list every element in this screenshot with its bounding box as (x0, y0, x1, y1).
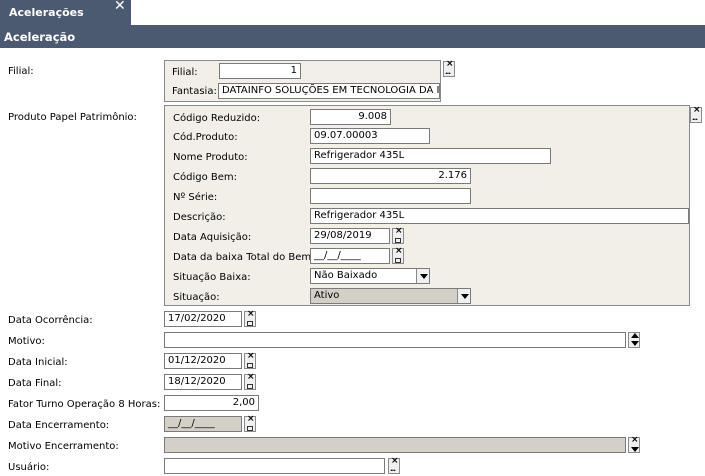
produto-panel: Código Reduzido: 9.008 Cód.Produto: 09.0… (164, 105, 690, 306)
cod-produto-field: 09.07.00003 (310, 128, 430, 144)
usuario-input[interactable] (164, 458, 385, 474)
filial-panel: Filial: 1 Fantasia: DATAINFO SOLUÇÕES EM… (164, 60, 441, 102)
motivo-picker-button[interactable] (628, 332, 640, 348)
calendar-icon[interactable] (247, 363, 253, 368)
motivo-input[interactable] (164, 332, 626, 348)
situacao-select[interactable]: Ativo (310, 288, 471, 304)
fantasia-label: Fantasia: (172, 86, 217, 97)
chevron-up-icon[interactable] (631, 333, 639, 338)
cod-produto-label: Cód.Produto: (173, 132, 238, 143)
motivo-encerramento-picker-button[interactable]: × (628, 436, 640, 453)
descricao-field: Refrigerador 435L (310, 208, 689, 224)
codigo-reduzido-input[interactable]: 9.008 (310, 109, 391, 125)
data-inicial-input[interactable]: 01/12/2020 (164, 353, 242, 369)
page-title: Aceleração (4, 30, 76, 44)
data-baixa-field: __/__/____ (310, 248, 390, 264)
data-inicial-label: Data Inicial: (8, 357, 68, 368)
clear-icon[interactable]: × (247, 415, 255, 424)
chevron-down-icon[interactable] (631, 447, 639, 452)
situacao-label: Situação: (173, 292, 220, 303)
data-ocorrencia-input[interactable]: 17/02/2020 (164, 311, 242, 327)
clear-icon[interactable]: × (247, 373, 255, 382)
numero-serie-field (310, 188, 471, 204)
data-final-input[interactable]: 18/12/2020 (164, 374, 242, 390)
clear-icon[interactable]: × (395, 227, 403, 236)
filial-label: Filial: (8, 66, 34, 77)
tab-label: Acelerações (9, 6, 84, 19)
filial-lookup-button[interactable]: × ... (443, 60, 455, 77)
tab-bar: Acelerações ✕ (0, 0, 705, 25)
fantasia-field: DATAINFO SOLUÇÕES EM TECNOLOGIA DA II (218, 83, 440, 99)
clear-icon[interactable]: × (631, 436, 639, 445)
calendar-icon[interactable] (247, 384, 253, 389)
filial-input[interactable]: 1 (219, 63, 301, 79)
usuario-label: Usuário: (8, 462, 50, 473)
fator-label: Fator Turno Operação 8 Horas: (8, 399, 161, 410)
calendar-icon[interactable] (395, 258, 401, 263)
data-final-calendar-button[interactable]: × (244, 373, 256, 390)
calendar-icon[interactable] (395, 238, 401, 243)
clear-icon[interactable]: × (247, 310, 255, 319)
data-ocorrencia-label: Data Ocorrência: (8, 315, 93, 326)
data-aquisicao-field: 29/08/2019 (310, 228, 390, 244)
data-encerramento-label: Data Encerramento: (8, 420, 110, 431)
close-icon[interactable]: ✕ (114, 0, 126, 13)
motivo-encerramento-field (164, 437, 626, 453)
data-baixa-label: Data da baixa Total do Bem: (173, 252, 315, 263)
data-encerramento-field: __/__/____ (164, 416, 242, 432)
tab-aceleracoes[interactable]: Acelerações ✕ (0, 0, 131, 25)
data-ocorrencia-calendar-button[interactable]: × (244, 310, 256, 327)
chevron-down-icon[interactable] (416, 269, 429, 283)
situacao-value: Ativo (314, 290, 340, 301)
produto-lookup-button[interactable]: × ... (690, 106, 702, 123)
data-inicial-calendar-button[interactable]: × (244, 352, 256, 369)
calendar-icon[interactable] (247, 321, 253, 326)
codigo-bem-field: 2.176 (310, 168, 471, 184)
nome-produto-label: Nome Produto: (173, 152, 248, 163)
clear-icon[interactable]: × (247, 352, 255, 361)
numero-serie-label: Nº Série: (173, 192, 218, 203)
chevron-down-icon[interactable] (457, 289, 470, 303)
fator-input[interactable]: 2,00 (164, 395, 259, 411)
situacao-baixa-label: Situação Baixa: (173, 272, 251, 283)
section-header: Aceleração (0, 25, 705, 48)
data-encerramento-calendar-button[interactable]: × (244, 415, 256, 432)
filial-sub-label: Filial: (172, 67, 198, 78)
data-baixa-calendar-button[interactable]: × (392, 247, 404, 264)
descricao-label: Descrição: (173, 212, 226, 223)
codigo-bem-label: Código Bem: (173, 172, 237, 183)
situacao-baixa-value: Não Baixado (314, 270, 378, 281)
usuario-lookup-button[interactable]: × ... (388, 457, 400, 474)
lookup-dots-icon[interactable]: ... (390, 466, 396, 473)
nome-produto-field: Refrigerador 435L (310, 148, 551, 164)
data-aquisicao-label: Data Aquisição: (173, 232, 252, 243)
motivo-encerramento-label: Motivo Encerramento: (8, 441, 119, 452)
chevron-down-icon[interactable] (631, 341, 639, 346)
lookup-dots-icon[interactable]: ... (445, 69, 451, 76)
codigo-reduzido-label: Código Reduzido: (173, 113, 261, 124)
situacao-baixa-select[interactable]: Não Baixado (310, 268, 430, 284)
data-final-label: Data Final: (8, 378, 62, 389)
lookup-dots-icon[interactable]: ... (692, 115, 698, 122)
clear-icon[interactable]: × (395, 247, 403, 256)
calendar-icon[interactable] (247, 426, 253, 431)
motivo-label: Motivo: (8, 336, 45, 347)
data-aquisicao-calendar-button[interactable]: × (392, 227, 404, 244)
produto-label: Produto Papel Patrimônio: (8, 112, 137, 123)
